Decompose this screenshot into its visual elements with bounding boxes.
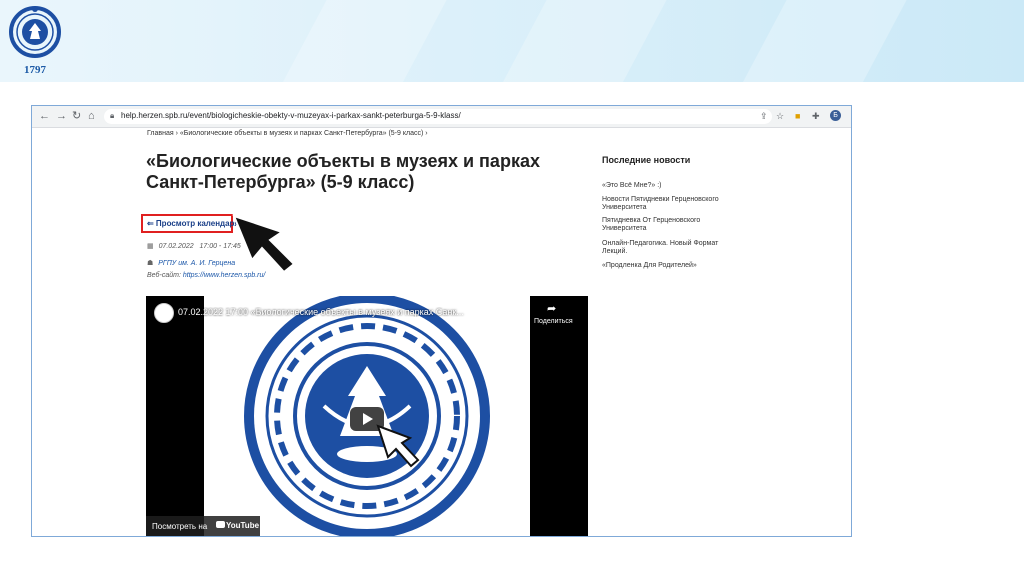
watch-on-youtube-button[interactable]: Посмотреть на YouTube xyxy=(146,516,260,536)
banner-decoration xyxy=(722,0,918,82)
share-icon[interactable]: ➦ xyxy=(547,302,556,315)
news-item[interactable]: «Продленка Для Родителей» xyxy=(602,262,742,270)
event-organizer: ☗ РГПУ им. А. И. Герцена xyxy=(147,259,235,267)
url-text: help.herzen.spb.ru/event/biologicheskie-… xyxy=(121,111,461,120)
people-icon: ☗ xyxy=(147,260,154,267)
event-date: 07.02.2022 xyxy=(158,243,194,250)
share-page-icon[interactable]: ⇪ xyxy=(760,110,768,122)
breadcrumb-separator: › xyxy=(175,130,178,137)
logo-year: 1797 xyxy=(24,64,46,76)
university-seal-icon xyxy=(9,6,61,58)
back-icon[interactable]: ← xyxy=(39,109,50,123)
video-title[interactable]: 07.02.2022 17:00 «Биологические объекты … xyxy=(178,307,478,317)
calendar-back-link[interactable]: ⇐ Просмотр календаря xyxy=(141,214,239,233)
page-title-line: Санкт-Петербурга» (5-9 класс) xyxy=(146,172,415,192)
website-label: Веб-сайт: xyxy=(147,272,181,279)
home-icon[interactable]: ⌂ xyxy=(88,109,95,123)
watch-later-icon[interactable] xyxy=(498,303,509,314)
address-bar[interactable]: 🔒︎ help.herzen.spb.ru/event/biologichesk… xyxy=(104,109,772,124)
pointer-arrow-icon xyxy=(376,424,420,468)
youtube-video-embed[interactable]: 07.02.2022 17:00 «Биологические объекты … xyxy=(146,296,588,536)
forward-icon[interactable]: → xyxy=(56,109,67,123)
pointer-arrow-icon xyxy=(232,214,296,274)
bookmark-star-icon[interactable]: ☆ xyxy=(776,110,784,122)
university-logo: 1797 xyxy=(8,4,62,80)
lock-icon: 🔒︎ xyxy=(110,111,115,120)
banner-decoration xyxy=(262,0,458,82)
channel-avatar[interactable] xyxy=(154,303,174,323)
browser-toolbar: ← → ↻ ⌂ 🔒︎ help.herzen.spb.ru/event/biol… xyxy=(32,106,851,128)
sidebar-title: Последние новости xyxy=(602,155,691,165)
watch-on-label: Посмотреть на xyxy=(152,522,208,531)
puzzle-icon[interactable]: ✚ xyxy=(812,110,820,122)
youtube-logo-icon xyxy=(216,521,225,528)
news-item[interactable]: Пятидневка От Герценовского Университета xyxy=(602,217,742,233)
breadcrumb-home[interactable]: Главная xyxy=(147,130,174,137)
news-item[interactable]: «Это Всё Мне?» :) xyxy=(602,182,742,190)
event-datetime: ▦ 07.02.2022 17:00 - 17:45 xyxy=(147,242,241,250)
page-title-line: «Биологические объекты в музеях и парках xyxy=(146,151,540,171)
share-label[interactable]: Поделиться xyxy=(534,318,573,325)
page-title: «Биологические объекты в музеях и парках… xyxy=(146,151,586,193)
calendar-icon: ▦ xyxy=(147,243,154,250)
news-item[interactable]: Новости Пятидневки Герценовского Универс… xyxy=(602,196,742,212)
news-item[interactable]: Онлайн-Педагогика. Новый Формат Лекций. xyxy=(602,240,742,256)
breadcrumb: Главная › «Биологические объекты в музея… xyxy=(147,130,428,137)
banner-decoration xyxy=(482,0,678,82)
breadcrumb-current: «Биологические объекты в музеях и парках… xyxy=(179,130,424,137)
breadcrumb-separator: › xyxy=(425,130,428,137)
youtube-wordmark: YouTube xyxy=(226,521,260,530)
organizer-link[interactable]: РГПУ им. А. И. Герцена xyxy=(158,260,235,267)
reload-icon[interactable]: ↻ xyxy=(72,109,81,123)
extension-icon[interactable]: ■ xyxy=(795,110,800,122)
browser-screenshot: ← → ↻ ⌂ 🔒︎ help.herzen.spb.ru/event/biol… xyxy=(31,105,852,537)
slide-banner: 1797 xyxy=(0,0,1024,82)
profile-avatar[interactable]: Б xyxy=(830,110,841,121)
